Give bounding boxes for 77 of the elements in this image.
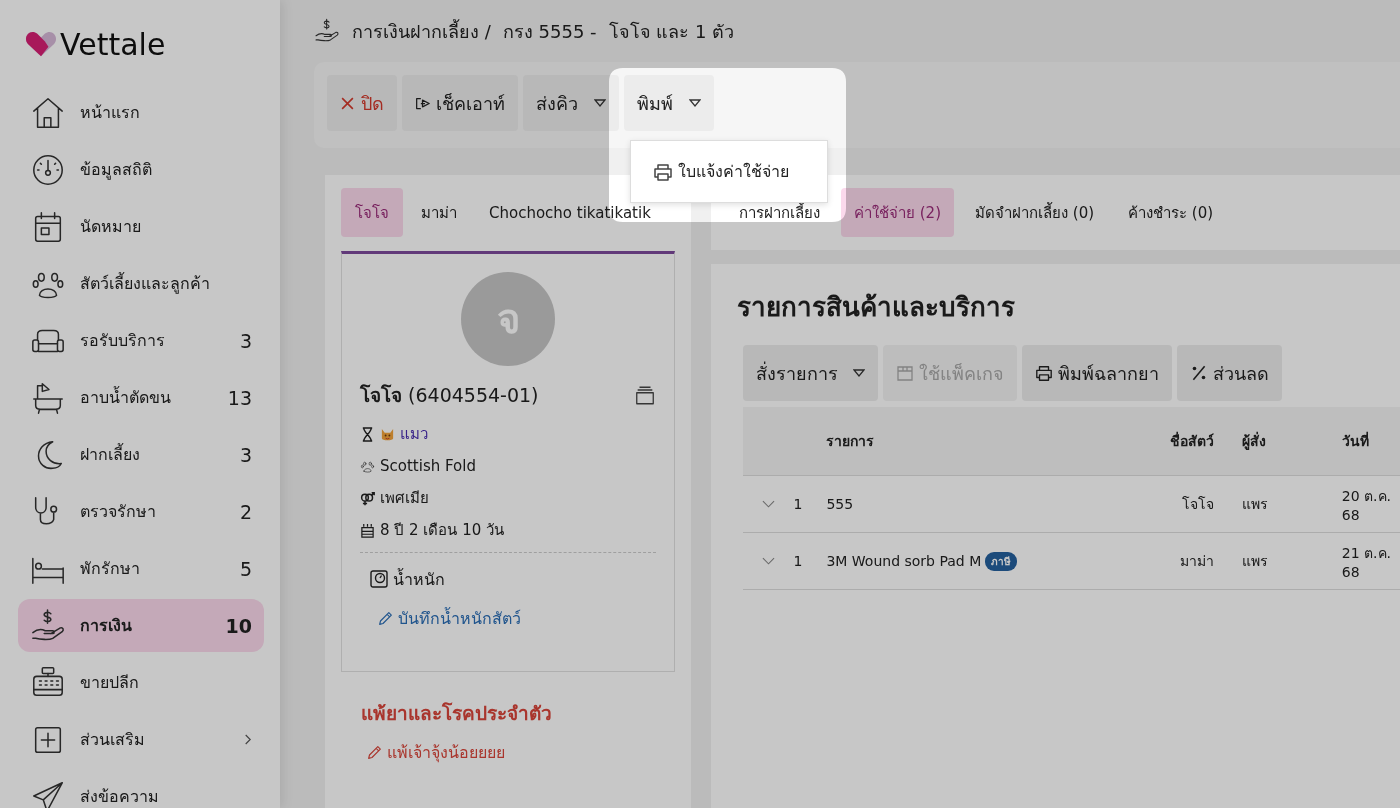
caret-down-icon <box>853 369 865 377</box>
species-link[interactable]: แมว <box>400 422 428 446</box>
scale-icon <box>370 570 388 588</box>
column-header: รายการ <box>826 432 876 451</box>
sidebar-item[interactable]: สัตว์เลี้ยงและลูกค้า <box>18 257 264 310</box>
caret-down-icon <box>594 99 606 107</box>
allergy-link[interactable]: แพ้เจ้าจุ้งน้อยยยย <box>387 739 505 765</box>
sidebar-item[interactable]: การเงิน 10 <box>18 599 264 652</box>
column-header: วันที่ <box>1340 430 1370 451</box>
pencil-icon <box>378 610 393 626</box>
weight-label: น้ำหนัก <box>393 567 445 591</box>
checkout-icon <box>415 95 430 111</box>
breadcrumb-item: กรง 5555 - <box>502 19 597 44</box>
heart-logo-icon <box>24 30 58 58</box>
sidebar-item[interactable]: รอรับบริการ 3 <box>18 314 264 367</box>
printer-icon <box>653 162 673 181</box>
percent-icon <box>1190 364 1208 382</box>
table-cell: 3M Wound sorb Pad M <box>826 553 982 569</box>
sidebar-item[interactable]: ตรวจรักษา 2 <box>18 485 264 538</box>
caret-down-icon <box>689 99 701 107</box>
pet-tab[interactable]: โจโจ <box>341 188 403 237</box>
detail-tab[interactable]: มัดจำฝากเลี้ยง (0) <box>962 188 1108 237</box>
breadcrumb-item[interactable]: การเงินฝากเลี้ยง / <box>352 16 491 46</box>
cake-icon <box>360 522 375 538</box>
detail-tab[interactable]: การฝากเลี้ยง <box>726 188 833 237</box>
record-weight-link[interactable]: บันทึกน้ำหนักสัตว์ <box>398 605 521 631</box>
sidebar-item[interactable]: ข้อมูลสถิติ <box>18 143 264 196</box>
sidebar-item[interactable]: ส่งข้อความ <box>18 770 264 808</box>
pet-tab[interactable]: มาม่า <box>407 188 471 237</box>
menu-item[interactable]: ใบแจ้งค่าใช้จ่าย <box>631 159 811 184</box>
checkout-button[interactable]: เช็คเอาท์ <box>402 75 518 131</box>
column-header: ชื่อสัตว์ <box>1169 430 1215 451</box>
table-cell-text: โจโจ <box>1181 495 1215 514</box>
chevron-down-icon[interactable] <box>761 500 775 508</box>
hand-dollar-icon <box>314 18 340 44</box>
sidebar-item[interactable]: ส่วนเสริม <box>18 713 264 766</box>
age-text: 8 ปี 2 เดือน 10 วัน <box>380 520 504 541</box>
dropdown-button[interactable]: สั่งรายการ <box>743 345 878 401</box>
close-icon <box>340 95 355 111</box>
table-cell-text: 20 ต.ค. 68 <box>1340 487 1392 523</box>
sidebar-item[interactable]: หน้าแรก <box>18 86 264 139</box>
allergy-title: แพ้ยาและโรคประจำตัว <box>361 701 553 726</box>
tax-badge: ภาษี <box>985 551 1018 571</box>
print-button[interactable]: พิมพ์ฉลากยา <box>1022 345 1172 401</box>
detail-tab[interactable]: ค่าใช้จ่าย (2) <box>841 188 954 237</box>
table-cell: 555 <box>826 496 854 512</box>
close-button[interactable]: ปิด <box>327 75 397 131</box>
table-cell-text: แพร <box>1241 495 1270 514</box>
discount-button[interactable]: ส่วนลด <box>1177 345 1282 401</box>
sidebar-item[interactable]: นัดหมาย <box>18 200 264 253</box>
sex-text: เพศเมีย <box>380 488 429 509</box>
sidebar-item[interactable]: อาบน้ำตัดขน 13 <box>18 371 264 424</box>
printer-icon <box>1035 364 1053 382</box>
column-header: ผู้สั่ง <box>1241 430 1268 452</box>
pet-name: โจโจ (6404554-01) <box>360 383 539 408</box>
box-icon <box>896 364 914 382</box>
table-cell-text: 21 ต.ค. 68 <box>1340 544 1392 580</box>
sidebar-item[interactable]: ฝากเลี้ยง 3 <box>18 428 264 481</box>
stack-icon[interactable] <box>634 384 656 406</box>
table-cell-text: 1 <box>793 496 804 512</box>
gender-icon <box>360 490 375 506</box>
table-cell-text: แพร <box>1241 552 1270 571</box>
table-cell-text: มาม่า <box>1179 552 1215 571</box>
breadcrumb-item: โจโจ และ 1 ตัว <box>608 19 735 44</box>
section-title: รายการสินค้าและบริการ <box>737 291 1016 324</box>
detail-tab[interactable]: ค้างชำระ (0) <box>1115 188 1227 237</box>
breed-text: Scottish Fold <box>380 457 476 475</box>
pencil-icon <box>367 744 382 760</box>
sidebar-item[interactable]: ขายปลีก <box>18 656 264 709</box>
pet-tab[interactable]: Chochocho tikatikatik <box>475 188 665 237</box>
sidebar-item[interactable]: พักรักษา 5 <box>18 542 264 595</box>
chevron-down-icon[interactable] <box>761 557 775 565</box>
hourglass-icon <box>360 426 375 442</box>
dropdown-button[interactable]: ส่งคิว <box>523 75 619 131</box>
table-cell-text: 1 <box>793 553 804 569</box>
dropdown-button[interactable]: พิมพ์ <box>624 75 714 131</box>
app-name: Vettale <box>60 26 166 62</box>
